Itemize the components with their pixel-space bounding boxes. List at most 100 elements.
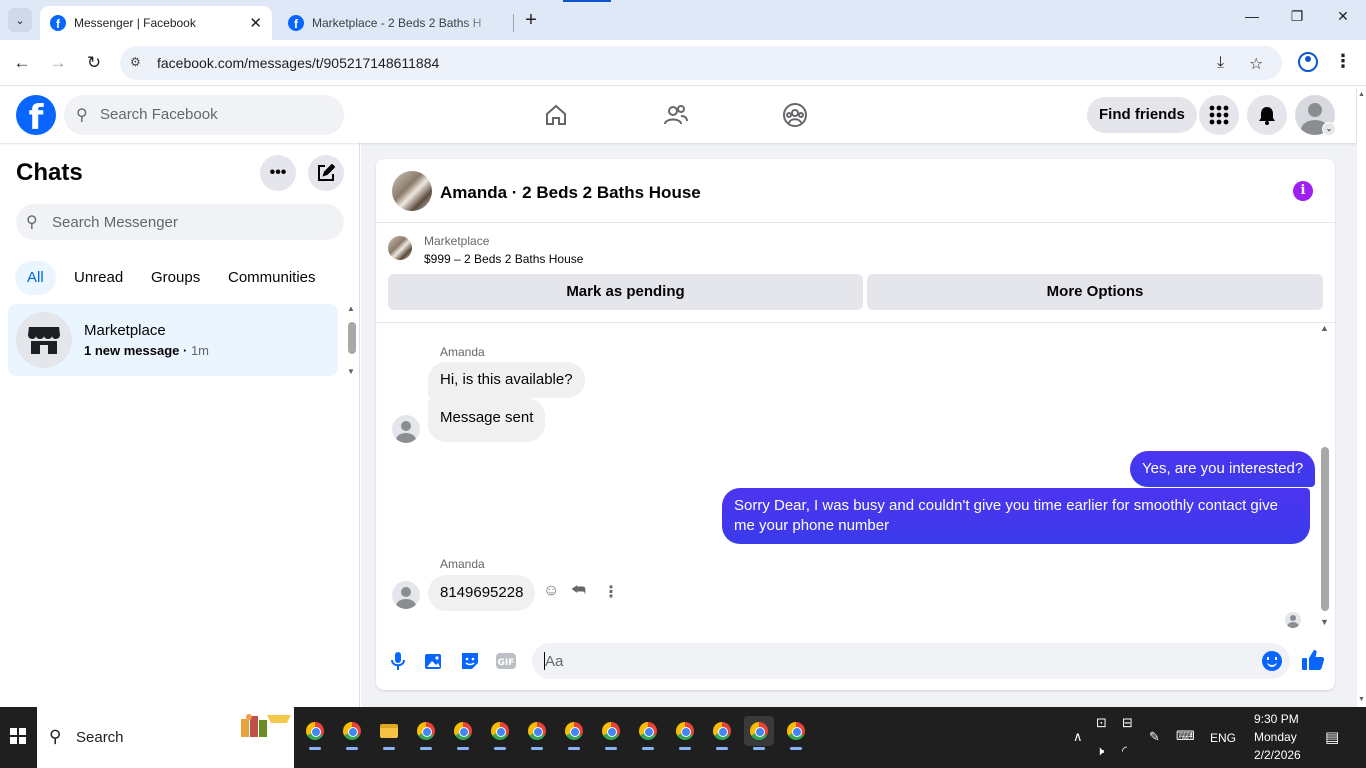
- friends-icon[interactable]: [662, 101, 690, 129]
- gif-icon[interactable]: GIF: [495, 650, 517, 672]
- language-indicator[interactable]: ENG: [1210, 731, 1236, 745]
- site-settings-icon[interactable]: ⚙: [130, 55, 146, 71]
- restore-window-button[interactable]: ❐: [1285, 8, 1309, 25]
- taskbar-chrome-icon[interactable]: [781, 716, 811, 750]
- keyboard-icon[interactable]: ⌨: [1176, 728, 1195, 744]
- taskbar-chrome-icon[interactable]: [411, 716, 441, 750]
- microphone-icon[interactable]: [387, 650, 409, 672]
- react-smiley-icon[interactable]: ☺: [543, 582, 559, 600]
- page-scrollbar[interactable]: ▲ ▼: [1356, 87, 1366, 707]
- reply-arrow-icon[interactable]: ⮪: [571, 582, 586, 600]
- bookmark-star-icon[interactable]: ☆: [1249, 54, 1263, 74]
- filter-communities[interactable]: Communities: [216, 261, 328, 295]
- clock-day[interactable]: Monday: [1254, 730, 1297, 744]
- browser-menu-icon[interactable]: ⋮: [1334, 51, 1352, 72]
- taskbar-chrome-icon[interactable]: [633, 716, 663, 750]
- tab-messenger[interactable]: f Messenger | Facebook ✕: [40, 6, 272, 40]
- listing-thumbnail[interactable]: [392, 171, 432, 211]
- tray-camera-icon[interactable]: ⊟: [1122, 715, 1133, 731]
- groups-icon[interactable]: [781, 101, 809, 129]
- tab-marketplace[interactable]: f Marketplace - 2 Beds 2 Baths H: [278, 6, 510, 40]
- taskbar-search-box[interactable]: ⚲ Search: [37, 707, 294, 768]
- taskbar-chrome-icon[interactable]: [707, 716, 737, 750]
- clock-time[interactable]: 9:30 PM: [1254, 712, 1299, 726]
- scroll-down-arrow-icon[interactable]: ▼: [1358, 696, 1365, 703]
- wifi-icon[interactable]: ◜: [1122, 743, 1127, 759]
- close-tab-icon[interactable]: ✕: [249, 14, 262, 32]
- message-bubble-incoming[interactable]: Message sent: [428, 398, 546, 442]
- message-bubble-incoming[interactable]: 8149695228: [428, 575, 536, 611]
- message-bubble-outgoing[interactable]: Yes, are you interested?: [1130, 451, 1316, 487]
- taskbar-chrome-icon[interactable]: [596, 716, 626, 750]
- chat-list-item[interactable]: Marketplace 1 new message · 1m: [8, 304, 338, 376]
- scroll-up-arrow-icon[interactable]: ▲: [347, 304, 355, 313]
- taskbar-chrome-icon[interactable]: [559, 716, 589, 750]
- more-options-button[interactable]: More Options: [867, 274, 1323, 310]
- message-bubble-incoming[interactable]: Hi, is this available?: [428, 362, 585, 398]
- taskbar-chrome-icon[interactable]: [448, 716, 478, 750]
- sticker-icon[interactable]: [459, 650, 481, 672]
- conversation-scrollbar[interactable]: ▲ ▼: [1316, 323, 1332, 627]
- photo-gallery-icon[interactable]: [423, 650, 445, 672]
- message-input[interactable]: Aa: [532, 643, 1290, 679]
- install-app-icon[interactable]: ⤓: [1217, 54, 1224, 72]
- taskbar-chrome-icon[interactable]: [522, 716, 552, 750]
- reload-button[interactable]: ↻: [83, 52, 105, 74]
- account-chevron-down-icon[interactable]: ⌄: [1322, 122, 1336, 136]
- scroll-down-arrow-icon[interactable]: ▼: [1320, 617, 1329, 627]
- taskbar-chrome-icon[interactable]: [300, 716, 330, 750]
- listing-title[interactable]: $999 – 2 Beds 2 Baths House: [424, 252, 583, 266]
- taskbar-chrome-icon-active[interactable]: [744, 716, 774, 750]
- thumbs-up-like-icon[interactable]: [1301, 648, 1325, 672]
- message-bubble-outgoing[interactable]: Sorry Dear, I was busy and couldn't give…: [722, 488, 1310, 544]
- scroll-up-arrow-icon[interactable]: ▲: [1358, 91, 1365, 98]
- address-bar[interactable]: ⚙ facebook.com/messages/t/90521714861188…: [120, 46, 1282, 80]
- search-icon: ⚲: [76, 107, 88, 124]
- forward-button[interactable]: →: [47, 52, 69, 74]
- back-button[interactable]: ←: [11, 52, 33, 74]
- windows-start-icon[interactable]: [10, 728, 26, 744]
- scroll-up-arrow-icon[interactable]: ▲: [1320, 323, 1329, 333]
- filter-groups[interactable]: Groups: [139, 261, 212, 295]
- filter-all[interactable]: All: [15, 261, 56, 295]
- filter-unread[interactable]: Unread: [62, 261, 135, 295]
- clock-date[interactable]: 2/2/2026: [1254, 748, 1301, 762]
- conversation-info-icon[interactable]: i: [1293, 181, 1313, 201]
- tab-search-button[interactable]: ⌄: [8, 8, 32, 32]
- more-actions-icon[interactable]: ⋮: [603, 582, 619, 602]
- chat-list-scrollbar[interactable]: ▲ ▼: [344, 304, 360, 376]
- menu-grid-icon[interactable]: [1199, 95, 1239, 135]
- browser-profile-icon[interactable]: [1298, 52, 1318, 72]
- close-window-button[interactable]: ✕: [1331, 8, 1355, 25]
- taskbar-file-explorer-icon[interactable]: [374, 716, 404, 750]
- scroll-down-arrow-icon[interactable]: ▼: [347, 367, 355, 376]
- taskbar-chrome-icon[interactable]: [485, 716, 515, 750]
- facebook-search-input[interactable]: ⚲ Search Facebook: [64, 95, 344, 135]
- notifications-bell-icon[interactable]: [1247, 95, 1287, 135]
- minimize-window-button[interactable]: —: [1240, 8, 1264, 24]
- taskbar-chrome-icon[interactable]: [670, 716, 700, 750]
- mark-as-pending-button[interactable]: Mark as pending: [388, 274, 863, 310]
- new-message-button[interactable]: [308, 155, 344, 191]
- new-tab-button[interactable]: +: [520, 9, 542, 31]
- taskbar-chrome-icon[interactable]: [337, 716, 367, 750]
- conversation-title[interactable]: Amanda · 2 Beds 2 Baths House: [440, 183, 701, 203]
- listing-small-thumbnail[interactable]: [388, 236, 412, 260]
- emoji-picker-icon[interactable]: [1262, 651, 1282, 671]
- show-hidden-icons-chevron-icon[interactable]: ∧: [1073, 729, 1083, 745]
- sender-avatar[interactable]: [392, 415, 420, 443]
- sender-avatar[interactable]: [392, 581, 420, 609]
- conversation-panel: Amanda · 2 Beds 2 Baths House i Marketpl…: [376, 159, 1335, 690]
- scroll-thumb[interactable]: [348, 322, 356, 354]
- home-icon[interactable]: [542, 101, 570, 129]
- url-text[interactable]: facebook.com/messages/t/905217148611884: [157, 55, 439, 71]
- messenger-search-input[interactable]: ⚲ Search Messenger: [16, 204, 344, 240]
- chat-options-button[interactable]: •••: [260, 155, 296, 191]
- facebook-logo-icon[interactable]: f: [16, 95, 56, 135]
- scroll-thumb[interactable]: [1321, 447, 1329, 611]
- notification-center-icon[interactable]: ▤: [1325, 728, 1339, 746]
- pen-icon[interactable]: ✎: [1149, 729, 1160, 745]
- find-friends-button[interactable]: Find friends: [1087, 97, 1197, 133]
- volume-muted-icon[interactable]: 🕨: [1096, 743, 1104, 759]
- tray-device-icon[interactable]: ⊡: [1096, 715, 1107, 731]
